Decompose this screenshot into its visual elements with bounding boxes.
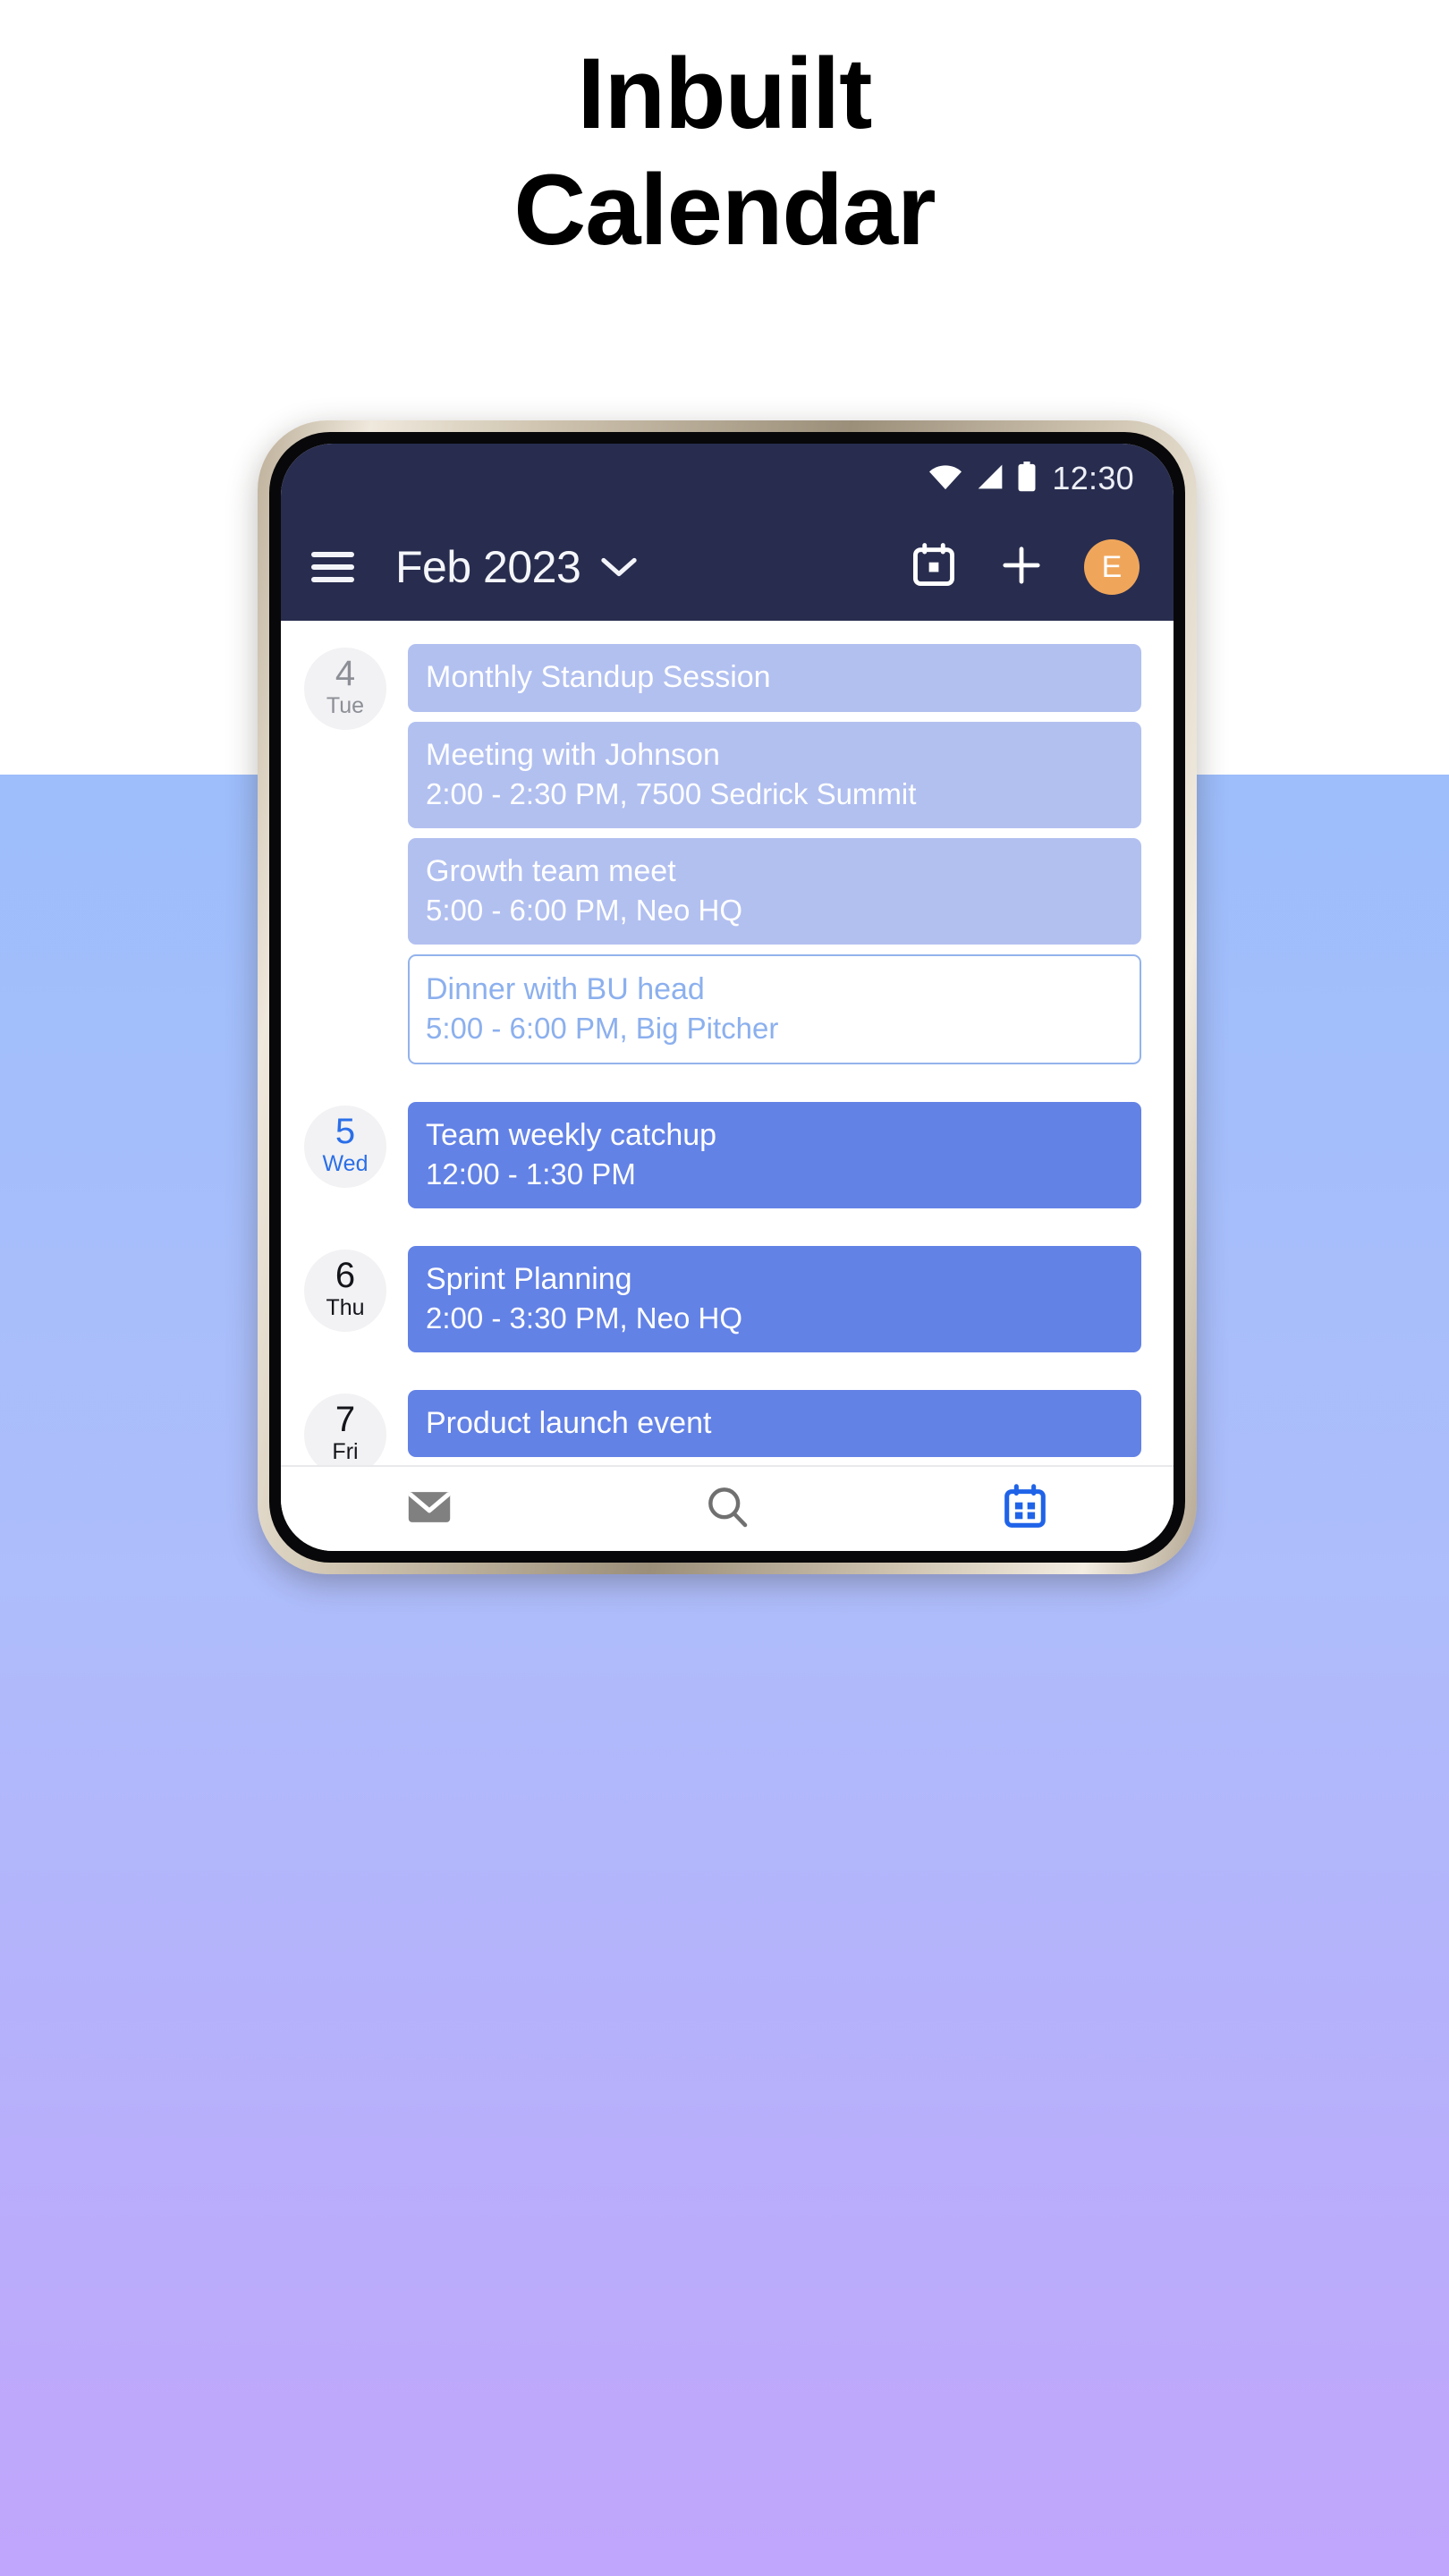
battery-icon (1017, 461, 1037, 496)
day-of-week: Wed (322, 1150, 369, 1176)
day-events: Sprint Planning 2:00 - 3:30 PM, Neo HQ (408, 1245, 1141, 1352)
plus-icon[interactable] (998, 542, 1045, 593)
day-number: 5 (335, 1111, 356, 1151)
event-subtitle: 5:00 - 6:00 PM, Big Pitcher (426, 1012, 779, 1046)
calendar-icon (999, 1481, 1051, 1538)
day-badge[interactable]: 4 Tue (304, 648, 386, 730)
event-title: Dinner with BU head (426, 971, 705, 1006)
day-badge[interactable]: 7 Fri (304, 1393, 386, 1465)
hamburger-menu-icon[interactable] (311, 552, 354, 582)
event-subtitle: 2:00 - 2:30 PM, 7500 Sedrick Summit (426, 777, 917, 811)
event-card[interactable]: Sprint Planning 2:00 - 3:30 PM, Neo HQ (408, 1245, 1141, 1352)
agenda-day-group: 7Fri Product launch event1:1 Meeting with… (281, 1389, 1174, 1465)
avatar-initial: E (1101, 549, 1123, 584)
status-bar-icons (928, 461, 1037, 496)
nav-item-calendar[interactable] (876, 1467, 1174, 1551)
day-badge[interactable]: 5 Wed (304, 1105, 386, 1188)
event-subtitle: 2:00 - 3:30 PM, Neo HQ (426, 1301, 742, 1335)
event-subtitle: 5:00 - 6:00 PM, Neo HQ (426, 894, 742, 928)
event-subtitle: 12:00 - 1:30 PM (426, 1157, 636, 1191)
event-card[interactable]: Product launch event (408, 1389, 1141, 1458)
nav-item-search[interactable] (579, 1467, 877, 1551)
day-events: Monthly Standup Session Meeting with John… (408, 644, 1141, 1064)
day-of-week: Tue (326, 693, 365, 719)
app-bar-actions: E (909, 539, 1140, 595)
event-card[interactable]: Meeting with Johnson 2:00 - 2:30 PM, 7500… (408, 721, 1141, 828)
bottom-navigation (281, 1465, 1174, 1551)
mail-icon (403, 1481, 455, 1538)
chevron-down-icon[interactable] (600, 555, 638, 579)
event-card[interactable]: Dinner with BU head 5:00 - 6:00 PM, Big P… (408, 953, 1141, 1064)
hamburger-bar (311, 564, 354, 570)
page-title-line-2: Calendar (513, 154, 936, 266)
month-year-label[interactable]: Feb 2023 (395, 541, 581, 593)
wifi-icon (928, 463, 963, 495)
day-number: 4 (335, 654, 356, 694)
status-bar: 12:30 (281, 444, 1174, 513)
promo-screenshot: Inbuilt Calendar 12:30 Feb 2023 E 4 Tue … (0, 0, 1449, 2576)
day-number: 7 (335, 1399, 356, 1439)
page-title: Inbuilt Calendar (0, 36, 1449, 268)
status-bar-clock: 12:30 (1052, 460, 1134, 496)
event-title: Monthly Standup Session (426, 660, 771, 694)
phone-screen: 12:30 Feb 2023 E 4 Tue Monthly Standup S… (281, 444, 1174, 1551)
page-title-line-1: Inbuilt (577, 38, 873, 149)
day-events: Team weekly catchup 12:00 - 1:30 PM (408, 1101, 1141, 1208)
phone-mockup: 12:30 Feb 2023 E 4 Tue Monthly Standup S… (258, 420, 1197, 1574)
hamburger-bar (311, 552, 354, 557)
search-icon (702, 1482, 752, 1537)
avatar[interactable]: E (1084, 539, 1140, 595)
agenda-day-group: 5 Wed Team weekly catchup 12:00 - 1:30 PM (281, 1101, 1174, 1208)
day-events: Product launch event1:1 Meeting with Rob… (408, 1389, 1141, 1465)
agenda-day-group: 6 Thu Sprint Planning 2:00 - 3:30 PM, Neo H… (281, 1245, 1174, 1352)
signal-icon (975, 463, 1005, 495)
agenda-day-group: 4 Tue Monthly Standup Session Meeting with … (281, 644, 1174, 1064)
event-title: Meeting with Johnson (426, 737, 720, 772)
nav-item-mail[interactable] (281, 1467, 579, 1551)
hamburger-bar (311, 577, 354, 582)
agenda-list[interactable]: 4 Tue Monthly Standup Session Meeting with … (281, 621, 1174, 1465)
event-card[interactable]: Growth team meet 5:00 - 6:00 PM, Neo HQ (408, 837, 1141, 945)
day-number: 6 (335, 1255, 356, 1295)
event-card[interactable]: Team weekly catchup 12:00 - 1:30 PM (408, 1101, 1141, 1208)
day-badge[interactable]: 6 Thu (304, 1249, 386, 1332)
day-of-week: Fri (332, 1438, 359, 1464)
event-title: Sprint Planning (426, 1261, 632, 1296)
event-title: Product launch event (426, 1405, 712, 1440)
app-bar: Feb 2023 E (281, 513, 1174, 621)
event-title: Growth team meet (426, 853, 676, 888)
event-title: Team weekly catchup (426, 1117, 717, 1152)
calendar-icon[interactable] (909, 540, 959, 595)
event-card[interactable]: Monthly Standup Session (408, 644, 1141, 712)
day-of-week: Thu (326, 1294, 365, 1320)
